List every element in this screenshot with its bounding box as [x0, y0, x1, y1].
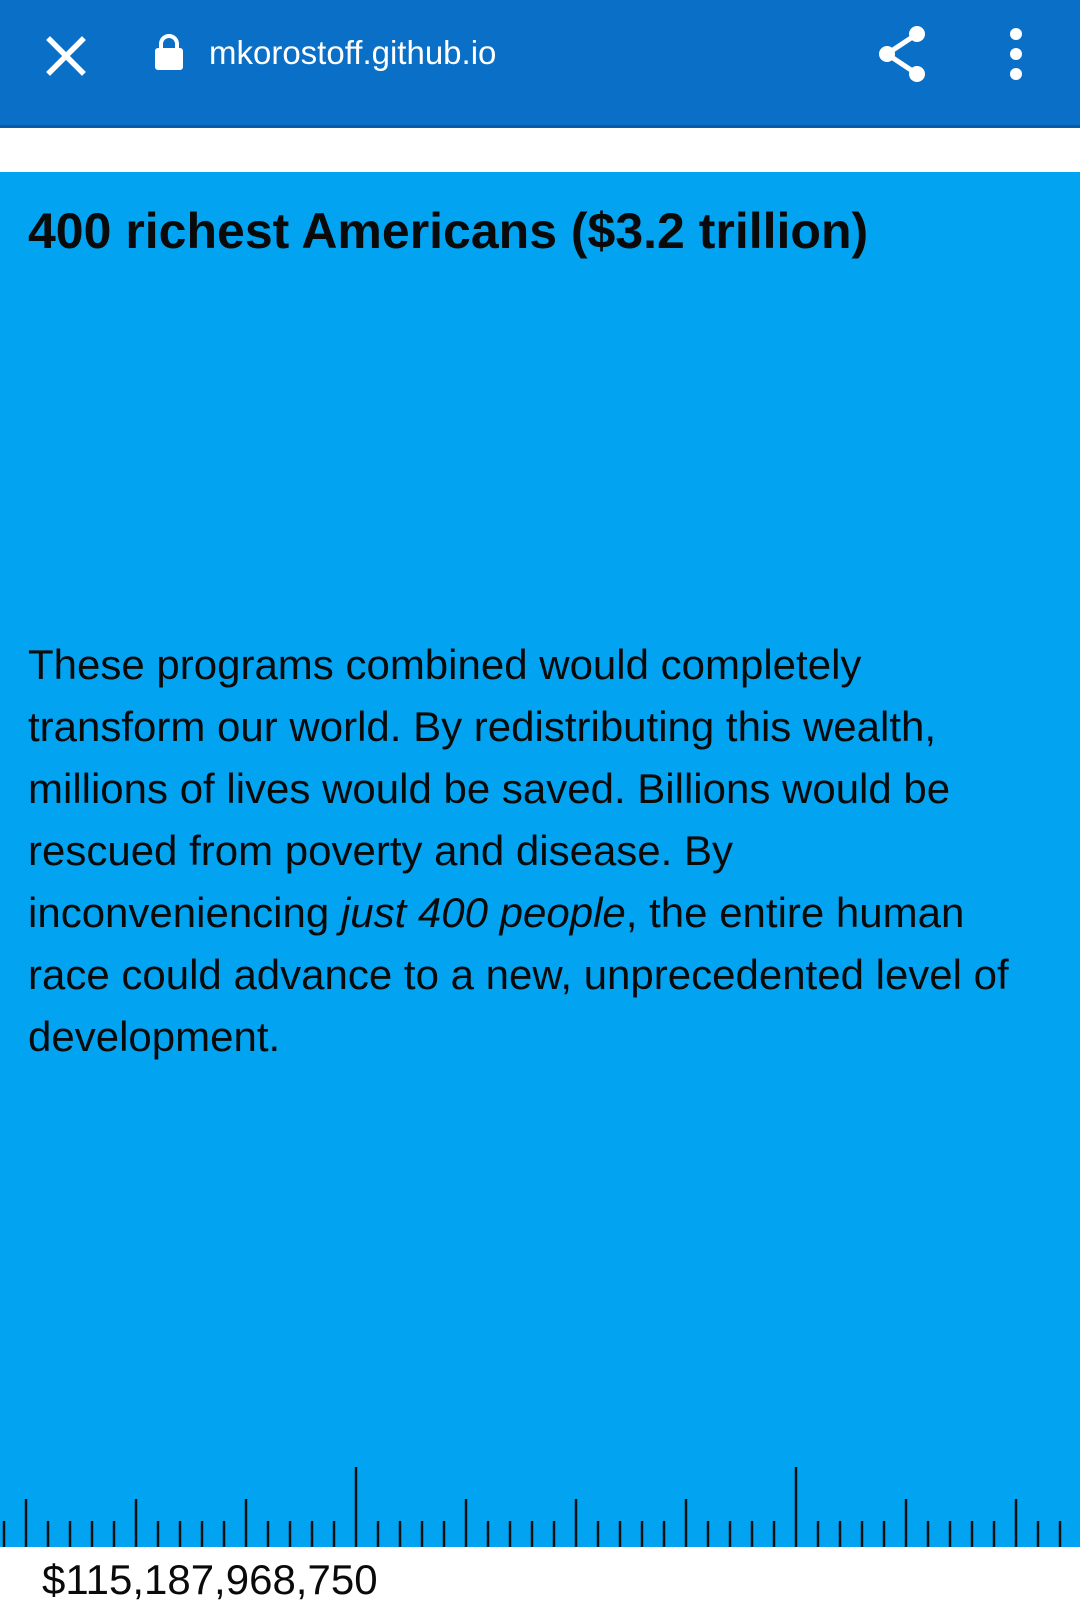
- address-bar-url[interactable]: mkorostoff.github.io: [209, 28, 496, 78]
- share-icon[interactable]: [866, 18, 938, 90]
- panel-paragraph: These programs combined would completely…: [28, 634, 1038, 1068]
- page-top-spacer: [0, 128, 1080, 172]
- browser-toolbar: mkorostoff.github.io: [0, 0, 1080, 128]
- scroll-ruler: [2, 1467, 1062, 1547]
- ruler-ticks: [2, 1467, 1062, 1547]
- wealth-panel: 400 richest Americans ($3.2 trillion) Th…: [0, 172, 1080, 1547]
- panel-title: 400 richest Americans ($3.2 trillion): [28, 203, 869, 259]
- more-vertical-icon[interactable]: [990, 18, 1042, 90]
- lock-icon: [150, 32, 188, 72]
- running-total: $115,187,968,750: [42, 1556, 378, 1603]
- paragraph-emphasis: just 400 people: [340, 889, 626, 936]
- close-icon[interactable]: [34, 24, 98, 88]
